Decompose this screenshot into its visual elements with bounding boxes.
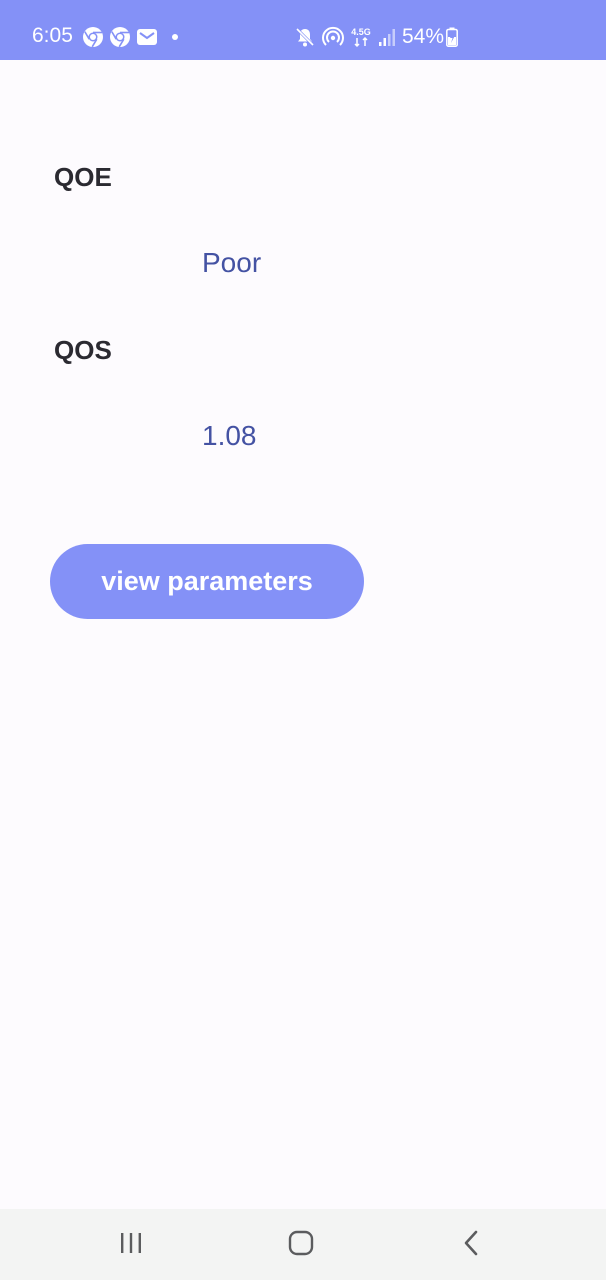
qos-value: 1.08 [202, 420, 257, 451]
notification-dot-icon [171, 33, 179, 41]
battery-charging-icon [446, 27, 458, 47]
status-bar: 6:05 4.5G 54% [0, 0, 606, 60]
navigation-bar [0, 1209, 606, 1280]
hotspot-icon [322, 26, 344, 48]
status-time: 6:05 [32, 24, 73, 47]
qoe-label: QOE [54, 162, 112, 192]
chrome-icon [109, 26, 131, 48]
view-parameters-button[interactable]: view parameters [50, 544, 364, 619]
signal-icon [378, 27, 396, 47]
battery-percent: 54% [402, 25, 445, 48]
home-icon [287, 1229, 315, 1262]
svg-text:4.5G: 4.5G [351, 27, 371, 37]
network-4-5g-icon: 4.5G [350, 26, 372, 48]
recents-button[interactable] [111, 1227, 151, 1263]
back-button[interactable] [451, 1227, 491, 1263]
qos-label: QOS [54, 335, 112, 365]
status-left-icons [82, 26, 184, 48]
qoe-value: Poor [202, 247, 262, 278]
back-icon [461, 1229, 481, 1262]
mail-icon [136, 28, 158, 46]
recents-icon [118, 1231, 144, 1260]
mute-icon [294, 26, 316, 48]
app-screen: 6:05 4.5G 54% QOE Poor QOS 1.08 view par… [0, 0, 606, 1280]
home-button[interactable] [281, 1227, 321, 1263]
status-right-icons: 4.5G 54% [294, 24, 464, 50]
chrome-icon [82, 26, 104, 48]
